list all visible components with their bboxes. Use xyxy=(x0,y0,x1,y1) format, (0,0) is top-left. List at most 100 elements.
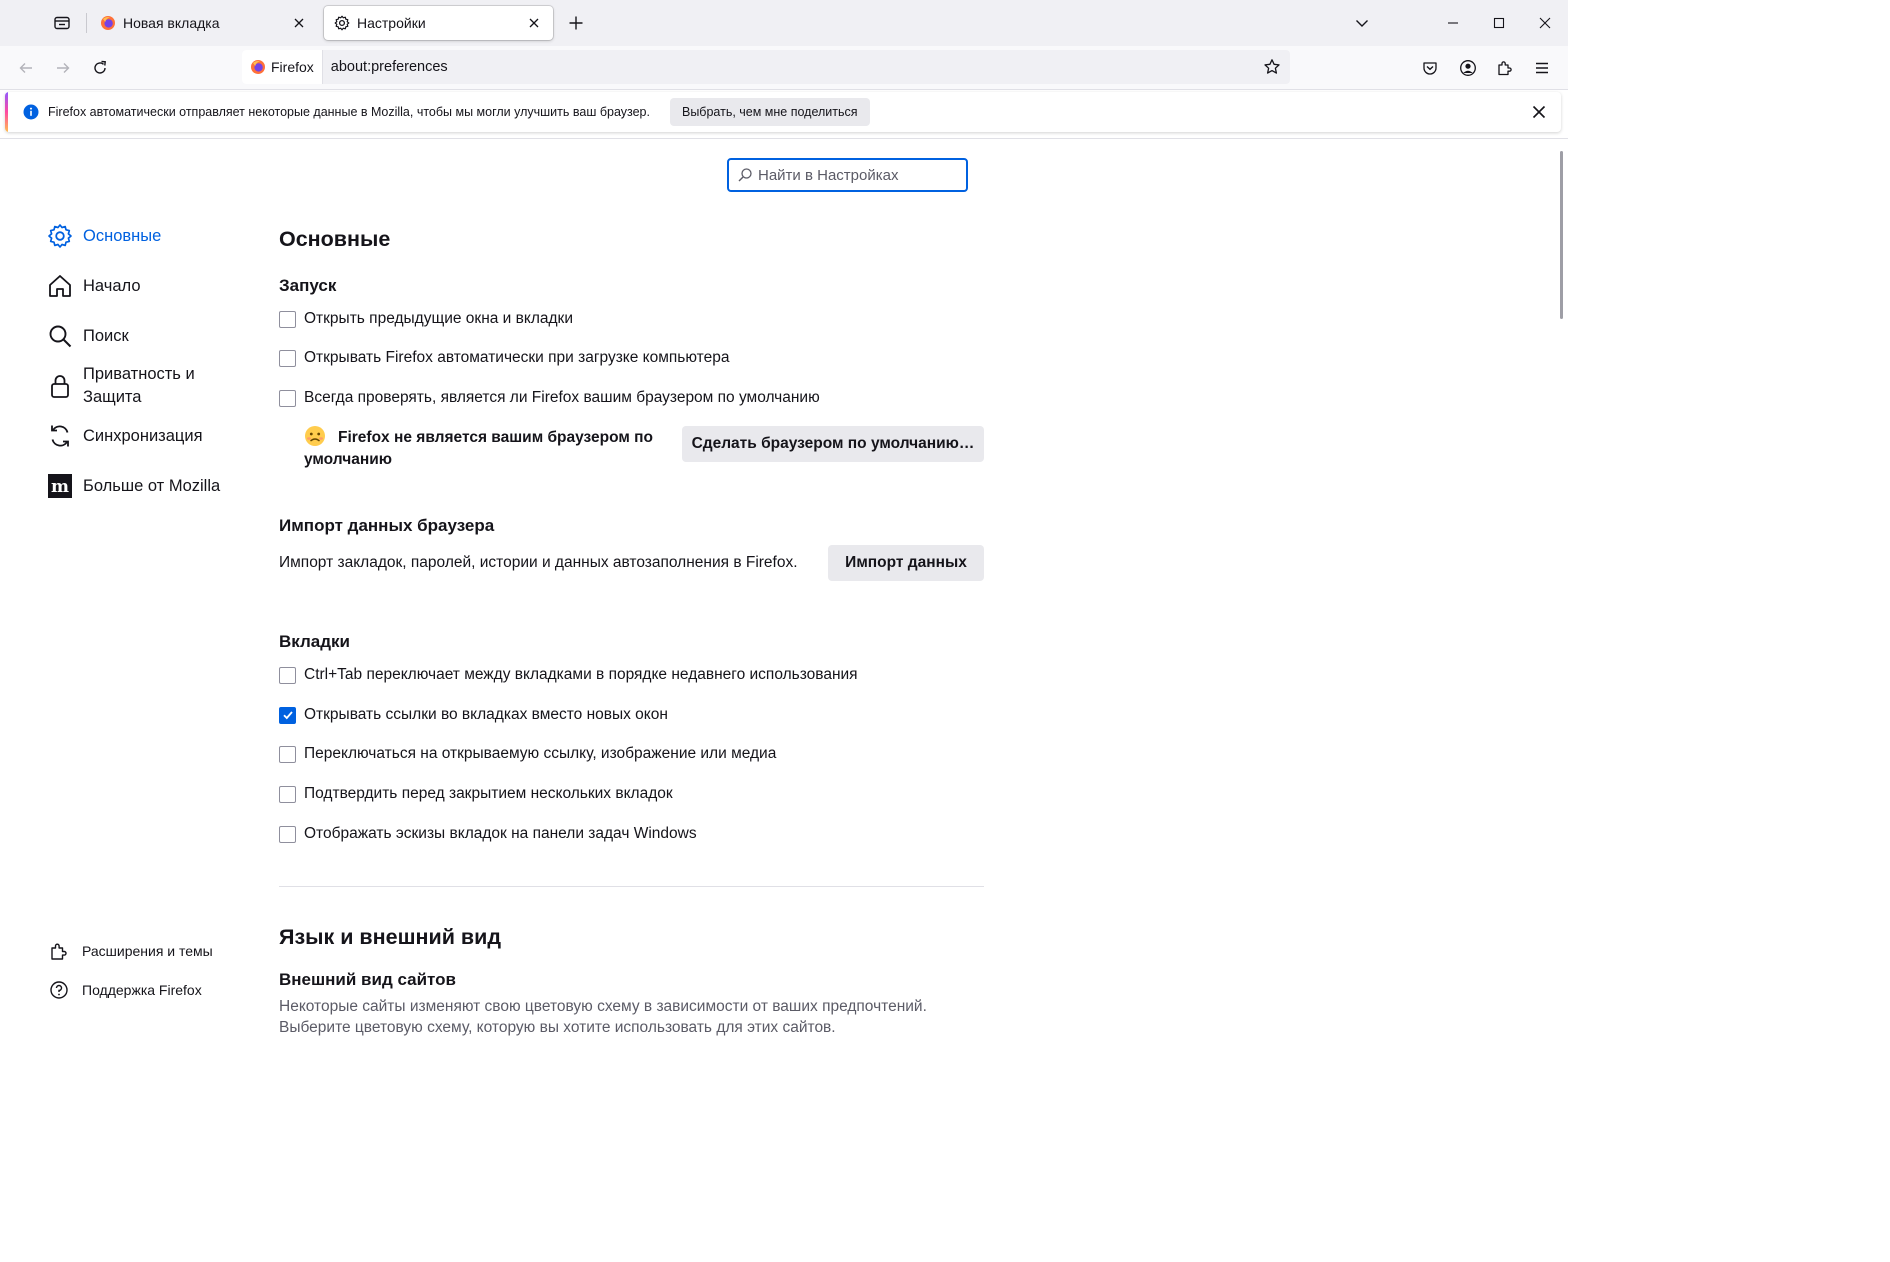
data-reporting-notification: Firefox автоматически отправляет некотор… xyxy=(5,92,1561,132)
back-arrow-icon xyxy=(19,63,32,73)
not-default-line2: умолчанию xyxy=(304,451,392,468)
list-all-tabs-button[interactable] xyxy=(1346,7,1378,39)
gear-icon xyxy=(334,15,350,31)
checkbox[interactable] xyxy=(279,785,296,803)
tab-new-tab[interactable]: Новая вкладка xyxy=(90,6,318,40)
address-bar[interactable]: Firefox about:preferences xyxy=(242,50,1290,84)
close-icon xyxy=(1532,105,1546,119)
extensions-button[interactable] xyxy=(1489,52,1521,84)
choose-data-sharing-button[interactable]: Выбрать, чем мне поделиться xyxy=(669,98,870,126)
make-default-browser-button[interactable]: Сделать браузером по умолчанию… xyxy=(682,426,984,462)
search-icon xyxy=(47,323,73,349)
checkmark-icon xyxy=(282,711,293,720)
category-label: Больше от Mozilla xyxy=(83,476,221,495)
checkbox-label: Всегда проверять, является ли Firefox ва… xyxy=(304,389,820,406)
notification-message: Firefox автоматически отправляет некотор… xyxy=(48,105,650,119)
app-menu-button[interactable] xyxy=(1526,52,1558,84)
checkbox-label: Отображать эскизы вкладок на панели зада… xyxy=(304,825,697,842)
svg-text:m: m xyxy=(51,477,69,497)
forward-arrow-icon xyxy=(57,63,70,73)
pocket-button[interactable] xyxy=(1414,52,1446,84)
search-icon xyxy=(738,168,752,182)
new-tab-button[interactable] xyxy=(560,8,592,38)
category-sync[interactable]: Синхронизация xyxy=(47,423,203,449)
import-data-button[interactable]: Импорт данных xyxy=(828,545,984,581)
startup-heading: Запуск xyxy=(279,276,337,295)
window-controls xyxy=(1430,0,1568,46)
extensions-and-themes-link[interactable]: Расширения и темы xyxy=(49,941,213,961)
minimize-button[interactable] xyxy=(1430,0,1476,46)
checkbox-label: Открыть предыдущие окна и вкладки xyxy=(304,310,573,327)
close-tab-icon[interactable] xyxy=(290,14,308,32)
taskbar-previews-checkbox[interactable]: Отображать эскизы вкладок на панели зада… xyxy=(279,825,697,843)
description-line1: Некоторые сайты изменяют свою цветовую с… xyxy=(279,998,927,1015)
firefox-logo-icon xyxy=(251,60,265,74)
tab-title: Настройки xyxy=(357,15,426,31)
category-home[interactable]: Начало xyxy=(47,273,141,299)
chevron-down-icon xyxy=(1356,20,1368,27)
maximize-button[interactable] xyxy=(1476,0,1522,46)
category-label: Основные xyxy=(83,226,162,245)
scrollbar[interactable] xyxy=(1560,151,1563,319)
tab-title: Новая вкладка xyxy=(123,15,220,31)
checkbox[interactable] xyxy=(279,745,296,763)
account-button[interactable] xyxy=(1452,52,1484,84)
category-privacy[interactable]: Приватность и Защита xyxy=(47,363,195,409)
checkbox[interactable] xyxy=(279,310,296,328)
close-icon xyxy=(1539,17,1551,29)
checkbox-checked[interactable] xyxy=(279,706,296,724)
preferences-page: Найти в Настройках Основные Начало Поиск… xyxy=(0,138,1568,1047)
close-notification-button[interactable] xyxy=(1525,98,1553,126)
reload-icon xyxy=(94,60,106,74)
bookmark-star-button[interactable] xyxy=(1256,51,1288,83)
back-button[interactable] xyxy=(10,52,42,84)
import-heading: Импорт данных браузера xyxy=(279,516,495,535)
category-search[interactable]: Поиск xyxy=(47,323,129,349)
navigation-toolbar: Firefox about:preferences xyxy=(0,46,1568,90)
category-label-line2: Защита xyxy=(83,388,142,406)
pocket-icon xyxy=(1423,62,1437,75)
firefox-support-link[interactable]: Поддержка Firefox xyxy=(49,980,202,1000)
minimize-icon xyxy=(1448,22,1458,24)
tab-separator xyxy=(86,13,87,33)
star-icon xyxy=(1264,59,1280,74)
plus-icon xyxy=(569,16,583,30)
launch-on-login-checkbox[interactable]: Открывать Firefox автоматически при загр… xyxy=(279,349,729,367)
description-line2: Выберите цветовую схему, которую вы хоти… xyxy=(279,1019,836,1036)
info-icon xyxy=(23,104,39,120)
warn-on-close-checkbox[interactable]: Подтвердить перед закрытием нескольких в… xyxy=(279,785,673,803)
search-settings-input[interactable]: Найти в Настройках xyxy=(727,158,968,192)
restore-session-checkbox[interactable]: Открыть предыдущие окна и вкладки xyxy=(279,310,573,328)
close-window-button[interactable] xyxy=(1522,0,1568,46)
footer-link-label: Расширения и темы xyxy=(82,943,213,959)
checkbox[interactable] xyxy=(279,825,296,843)
checkbox[interactable] xyxy=(279,349,296,367)
url-text[interactable]: about:preferences xyxy=(331,59,1256,75)
reload-button[interactable] xyxy=(84,52,116,84)
category-label: Поиск xyxy=(83,326,129,345)
account-icon xyxy=(1460,60,1476,76)
tabs-heading: Вкладки xyxy=(279,632,350,651)
forward-button[interactable] xyxy=(47,52,79,84)
category-more-from-mozilla[interactable]: m Больше от Mozilla xyxy=(47,473,220,499)
checkbox[interactable] xyxy=(279,666,296,684)
check-default-browser-checkbox[interactable]: Всегда проверять, является ли Firefox ва… xyxy=(279,389,820,407)
close-tab-icon[interactable] xyxy=(525,14,543,32)
help-icon xyxy=(49,980,69,1000)
firefox-view-button[interactable] xyxy=(44,6,80,40)
category-label: Начало xyxy=(83,276,141,295)
open-links-in-tabs-checkbox[interactable]: Открывать ссылки во вкладках вместо новы… xyxy=(279,706,668,724)
home-icon xyxy=(47,273,73,299)
tab-settings[interactable]: Настройки xyxy=(324,6,553,40)
checkbox-label: Открывать ссылки во вкладках вместо новы… xyxy=(304,706,668,723)
maximize-icon xyxy=(1493,17,1505,29)
category-label-line1: Приватность и xyxy=(83,365,195,383)
firefox-logo-icon xyxy=(100,15,116,31)
identity-box[interactable]: Firefox xyxy=(242,50,323,84)
ctrl-tab-checkbox[interactable]: Ctrl+Tab переключает между вкладками в п… xyxy=(279,666,858,684)
checkbox[interactable] xyxy=(279,389,296,407)
category-general[interactable]: Основные xyxy=(47,223,161,249)
search-placeholder: Найти в Настройках xyxy=(758,166,899,184)
puzzle-icon xyxy=(1498,61,1512,76)
switch-to-new-tab-checkbox[interactable]: Переключаться на открываемую ссылку, изо… xyxy=(279,745,776,763)
